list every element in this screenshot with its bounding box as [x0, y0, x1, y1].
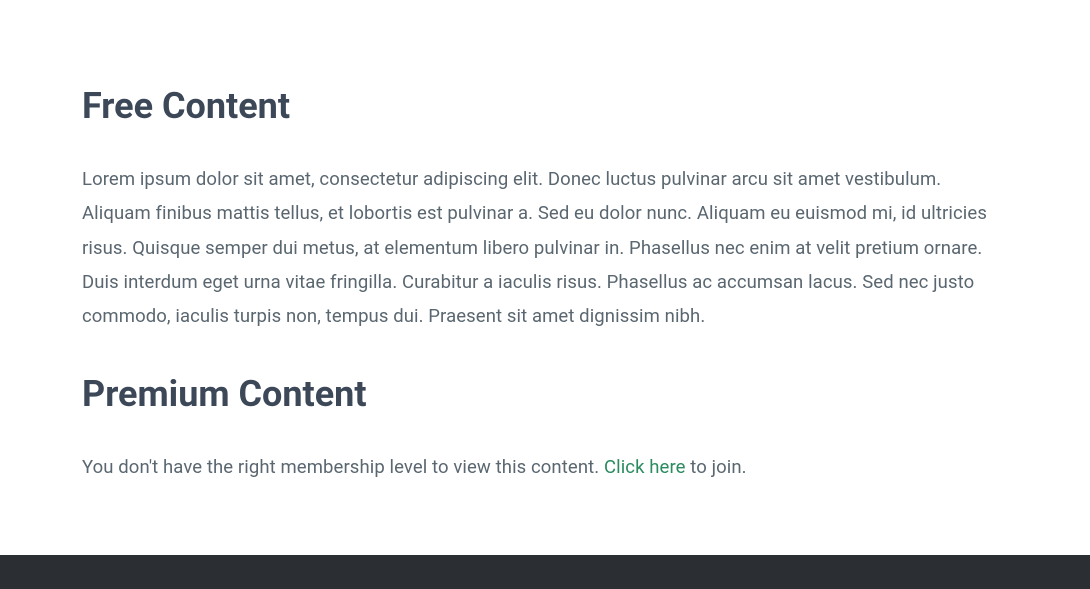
restriction-suffix: to join.: [686, 456, 747, 478]
restriction-prefix: You don't have the right membership leve…: [82, 456, 604, 478]
free-content-body: Lorem ipsum dolor sit amet, consectetur …: [82, 162, 1008, 333]
footer-bar: [0, 555, 1090, 589]
main-content: Free Content Lorem ipsum dolor sit amet,…: [0, 0, 1090, 485]
premium-restriction-message: You don't have the right membership leve…: [82, 450, 1008, 484]
premium-content-heading: Premium Content: [82, 373, 1008, 416]
free-content-heading: Free Content: [82, 85, 1008, 128]
join-link[interactable]: Click here: [604, 456, 686, 478]
